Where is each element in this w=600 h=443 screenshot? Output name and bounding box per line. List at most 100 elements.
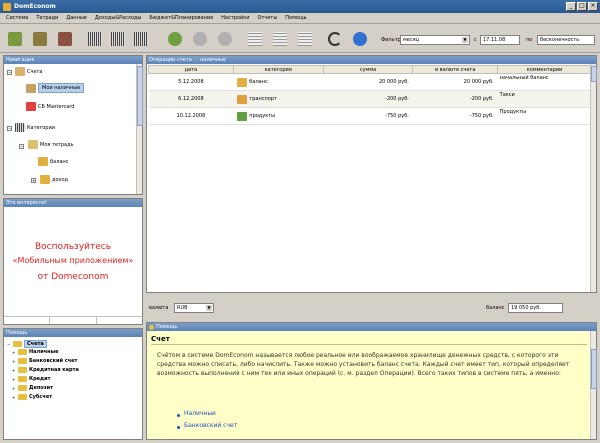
help-icon (149, 324, 154, 330)
table-row[interactable]: 5.12.2008 баланс 20 000 руб. 20 000 руб.… (148, 73, 592, 91)
barcode-scan-icon (111, 32, 125, 46)
grid-button[interactable] (245, 29, 265, 49)
help-tree-header: Помощь (4, 329, 142, 337)
help-item-bank-account[interactable]: + Банковский счет (12, 358, 77, 364)
folder-icon (18, 349, 27, 355)
folder-icon (18, 385, 27, 391)
menu-notebooks[interactable]: Тетради (32, 15, 62, 21)
help-item-cash[interactable]: + Наличные (12, 349, 59, 355)
grid-edit-icon (273, 32, 287, 46)
collapse-toggle[interactable]: − (7, 342, 12, 347)
promo-line-1[interactable]: Воспользуйтесь (4, 242, 142, 252)
refresh-icon (328, 32, 342, 46)
wallet-edit-button[interactable] (30, 29, 50, 49)
folder-open-icon (13, 341, 22, 347)
help-item-accounts[interactable]: − Счета (7, 340, 47, 348)
folder-icon (18, 358, 27, 364)
wallet-add-button[interactable] (5, 29, 25, 49)
promo-header: Это интересно! (4, 199, 142, 207)
column-header-comment[interactable]: комментарии (497, 65, 592, 74)
help-item-credit-card[interactable]: + Кредитная карта (12, 367, 79, 373)
expand-toggle[interactable]: + (12, 359, 17, 364)
expand-toggle[interactable]: + (12, 395, 17, 400)
table-row[interactable]: 10.12.2008 продукты -750 руб. -750 руб. … (148, 107, 592, 125)
menu-budget-planning[interactable]: Бюджет&Планирование (145, 15, 217, 21)
bag-edit-button[interactable] (190, 29, 210, 49)
income-expand-toggle[interactable]: + (31, 178, 36, 183)
balance-value: 19 050 руб. (511, 305, 541, 311)
help-button[interactable] (350, 29, 370, 49)
scrollbar-thumb[interactable] (591, 349, 597, 389)
refresh-button[interactable] (325, 29, 345, 49)
tree-balance[interactable]: баланс (38, 157, 68, 166)
expand-toggle[interactable]: + (12, 368, 17, 373)
menu-income-expense[interactable]: Доходы&Расходы (91, 15, 146, 21)
cell-category: транспорт (233, 90, 324, 108)
tree-categories[interactable]: Категории (15, 123, 55, 132)
minimize-button[interactable]: _ (566, 2, 576, 11)
column-header-category[interactable]: категория (232, 65, 324, 74)
table-row[interactable]: 6.12.2008 транспорт -200 руб. -200 руб. … (148, 90, 592, 108)
operations-footer: валюта RUB ▼ баланс 19 050 руб. (146, 296, 597, 318)
expand-toggle[interactable]: + (12, 386, 17, 391)
maximize-button[interactable]: □ (577, 2, 587, 11)
notebook-icon (28, 140, 38, 149)
tree-notebook[interactable]: Моя тетрадь (28, 140, 74, 149)
bullet-icon (177, 414, 180, 417)
navigation-scrollbar[interactable] (136, 64, 143, 194)
grid-edit-button[interactable] (270, 29, 290, 49)
currency-select[interactable]: RUB ▼ (174, 303, 214, 313)
groceries-icon (237, 111, 248, 121)
categories-collapse-toggle[interactable]: − (7, 126, 12, 131)
scrollbar-thumb[interactable] (591, 66, 597, 82)
help-link-cash[interactable]: Наличные (184, 410, 216, 417)
tree-account-cash[interactable]: Мои наличные (26, 83, 85, 93)
column-header-amount[interactable]: сумма (322, 65, 414, 74)
date-to-field[interactable]: бесконечность (537, 35, 595, 45)
menu-help[interactable]: Помощь (281, 15, 310, 21)
grid-delete-button[interactable] (295, 29, 315, 49)
barcode-scan-button[interactable] (108, 29, 128, 49)
accounts-collapse-toggle[interactable]: − (7, 70, 12, 75)
tree-accounts[interactable]: Счета (15, 67, 43, 76)
help-item-subaccount[interactable]: + Субсчет (12, 394, 52, 400)
chevron-down-icon[interactable]: ▼ (462, 37, 468, 43)
help-item-deposit[interactable]: + Депозит (12, 385, 53, 391)
column-header-date[interactable]: дата (148, 65, 234, 74)
period-select[interactable]: месяц ▼ (400, 35, 470, 45)
expand-toggle[interactable]: + (12, 377, 17, 382)
expand-toggle[interactable]: + (12, 350, 17, 355)
tree-income[interactable]: доход (40, 175, 68, 184)
barcode-button[interactable] (85, 29, 105, 49)
period-value: месяц (403, 37, 420, 43)
help-link-bank-account[interactable]: Банковский счет (184, 422, 237, 429)
menu-data[interactable]: Данные (62, 15, 91, 21)
promo-line-3[interactable]: от Domeconom (4, 272, 142, 282)
wallet-delete-button[interactable] (55, 29, 75, 49)
menu-reports[interactable]: Отчеты (254, 15, 282, 21)
help-item-credit[interactable]: + Кредит (12, 376, 51, 382)
balance-icon (237, 77, 248, 87)
transport-icon (237, 94, 248, 104)
balance-value-field: 19 050 руб. (508, 303, 563, 313)
barcode-list-button[interactable] (131, 29, 151, 49)
column-header-account-amount[interactable]: в валюте счета (412, 65, 499, 74)
income-icon (40, 175, 50, 184)
chevron-down-icon[interactable]: ▼ (206, 305, 212, 311)
cell-account-amount: 20 000 руб. (412, 73, 498, 91)
promo-line-2[interactable]: «Мобильным приложением» (4, 256, 142, 265)
bag-edit-icon (193, 32, 207, 46)
scrollbar-thumb[interactable] (137, 66, 143, 126)
currency-value: RUB (177, 305, 188, 311)
notebook-collapse-toggle[interactable]: − (19, 144, 24, 149)
menu-settings[interactable]: Настройки (217, 15, 253, 21)
bag-add-button[interactable] (165, 29, 185, 49)
navigation-panel: Навигация − Счета Мои наличные СБ Master… (3, 55, 143, 195)
bag-delete-button[interactable] (215, 29, 235, 49)
help-scrollbar[interactable] (590, 331, 597, 439)
operations-scrollbar[interactable] (590, 64, 597, 292)
tree-account-card[interactable]: СБ Mastercard (26, 102, 74, 111)
menu-system[interactable]: Система (2, 15, 32, 21)
date-from-field[interactable]: 17.11.08 (480, 35, 520, 45)
close-button[interactable]: × (588, 2, 598, 11)
